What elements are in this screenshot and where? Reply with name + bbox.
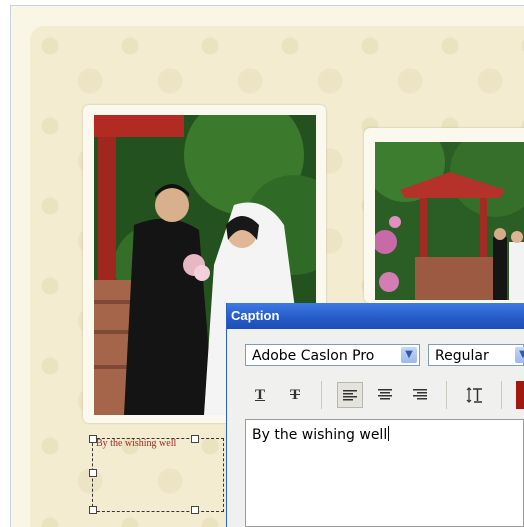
resize-handle-top-left[interactable] <box>89 435 97 443</box>
resize-handle-mid-left[interactable] <box>89 469 97 477</box>
resize-handle-bottom-mid[interactable] <box>191 506 199 514</box>
text-spacing-icon[interactable] <box>462 382 488 408</box>
font-family-value: Adobe Caslon Pro <box>252 348 375 364</box>
wedding-photo-well[interactable] <box>375 142 524 300</box>
wedding-photo-well-image <box>375 142 524 300</box>
toolbar-separator <box>321 381 322 409</box>
caption-text-value: By the wishing well <box>252 427 388 443</box>
underline-icon[interactable]: T <box>247 382 273 408</box>
font-style-select[interactable]: Regular ▼ <box>428 344 524 366</box>
align-center-icon[interactable] <box>372 382 398 408</box>
text-color-swatch[interactable] <box>516 381 524 409</box>
font-family-select[interactable]: Adobe Caslon Pro ▼ <box>245 344 420 366</box>
font-style-value: Regular <box>435 348 489 364</box>
resize-handle-bottom-left[interactable] <box>89 506 97 514</box>
chevron-down-icon[interactable]: ▼ <box>401 347 417 363</box>
align-left-icon[interactable] <box>337 382 363 408</box>
caption-dialog-title[interactable]: Caption <box>227 303 524 329</box>
page-caption-text: By the wishing well <box>96 438 177 449</box>
toolbar-separator <box>446 381 447 409</box>
resize-handle-top-mid[interactable] <box>191 435 199 443</box>
align-right-icon[interactable] <box>407 382 433 408</box>
caption-text-input[interactable]: By the wishing well <box>245 419 524 527</box>
text-cursor <box>388 426 390 441</box>
chevron-down-icon[interactable]: ▼ <box>515 347 524 363</box>
strikethrough-icon[interactable]: T <box>282 382 308 408</box>
toolbar-separator <box>501 381 502 409</box>
page-caption-box[interactable]: By the wishing well <box>89 435 224 514</box>
